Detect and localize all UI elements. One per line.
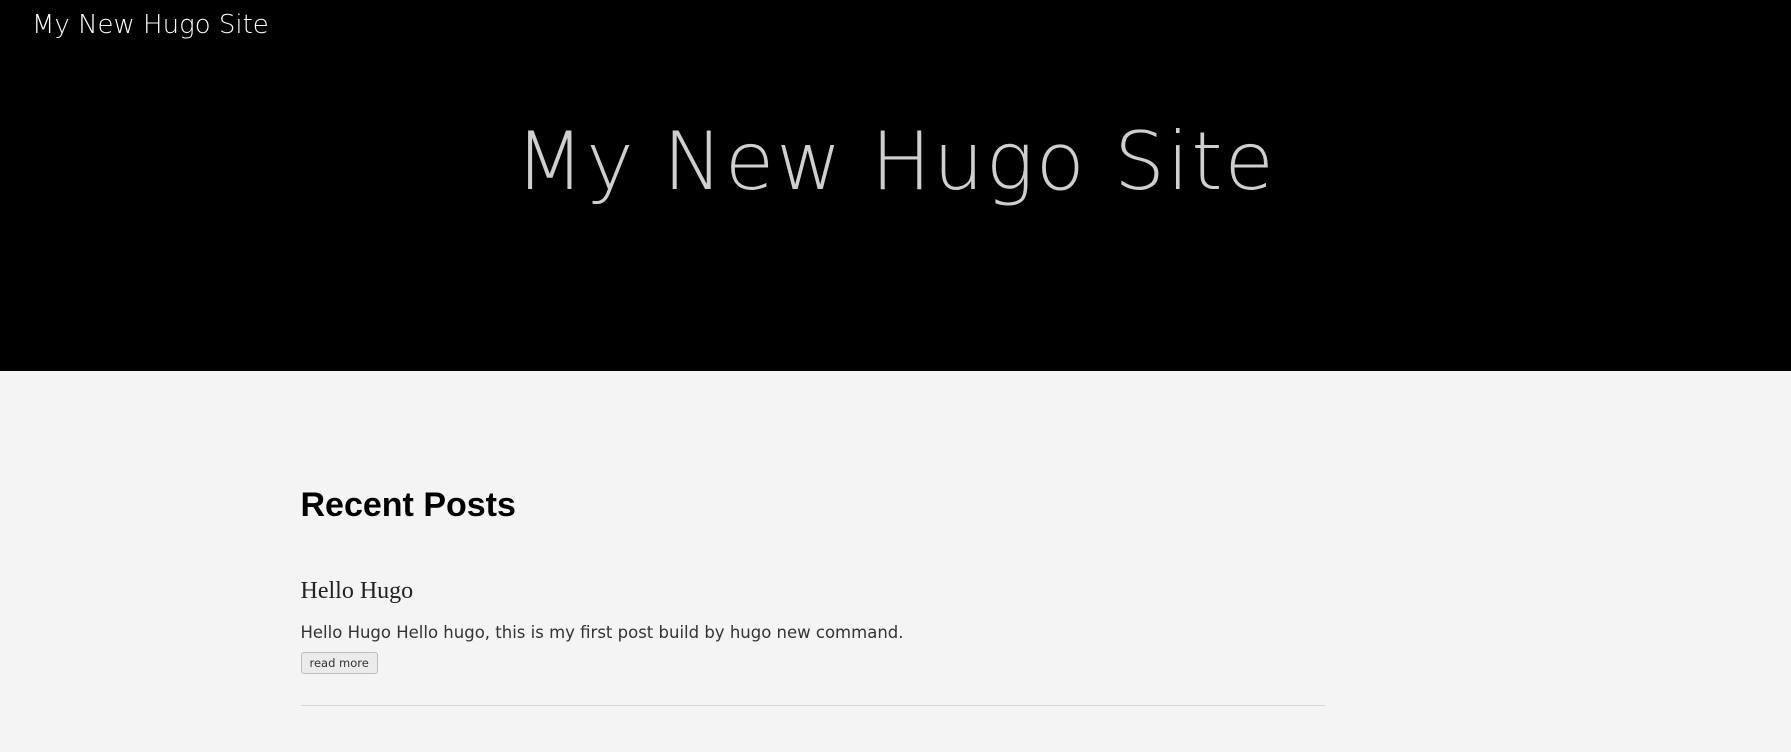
site-home-link[interactable]: My New Hugo Site — [32, 10, 269, 40]
hero-header: My New Hugo Site My New Hugo Site — [0, 0, 1791, 371]
post-divider — [300, 705, 1325, 706]
post-summary: Hello Hugo Hello hugo, this is my first … — [300, 623, 904, 642]
post-title-link[interactable]: Hello Hugo — [301, 578, 414, 605]
hero-title: My New Hugo Site — [515, 115, 1276, 208]
section-title: Recent Posts — [300, 486, 516, 524]
main-content: Recent Posts Hello Hugo Hello Hugo Hello… — [300, 371, 1325, 706]
read-more-button[interactable]: read more — [300, 652, 378, 674]
post-item: Hello Hugo Hello Hugo Hello hugo, this i… — [300, 578, 1325, 706]
